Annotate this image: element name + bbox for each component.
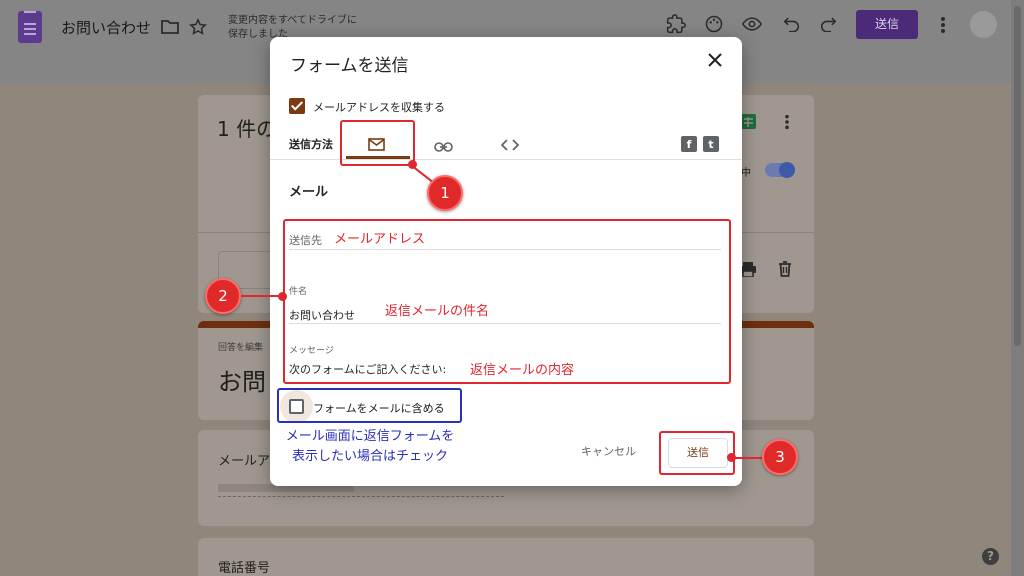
form-edit-label: 回答を編集: [218, 343, 264, 353]
collect-email-checkbox[interactable]: [289, 98, 305, 114]
send-method-label: 送信方法: [289, 138, 333, 151]
twitter-icon[interactable]: t: [703, 136, 719, 152]
trash-icon[interactable]: [778, 261, 792, 281]
doc-title[interactable]: お問い合わせ: [61, 17, 151, 38]
header-send-button[interactable]: 送信: [856, 10, 918, 39]
link-icon[interactable]: [434, 137, 453, 156]
section-title: メール: [289, 185, 329, 200]
annotation-marker-2: 2: [205, 278, 241, 314]
email-answer-line: [218, 496, 504, 497]
annotation-marker-3: 3: [762, 439, 798, 475]
phone-question-card: [198, 538, 814, 576]
annotation-marker-1: 1: [427, 175, 463, 211]
star-icon[interactable]: [189, 18, 207, 40]
annotation-line-3: [734, 457, 764, 459]
annotation-box-send: [659, 431, 735, 475]
scrollbar-thumb[interactable]: [1014, 6, 1021, 346]
annotation-to-note: メールアドレス: [334, 232, 426, 247]
forms-logo[interactable]: [18, 11, 42, 43]
more-vert-icon[interactable]: [784, 114, 790, 134]
undo-icon[interactable]: [783, 16, 800, 36]
help-icon[interactable]: ?: [982, 548, 999, 565]
form-title: お問: [218, 368, 266, 396]
palette-icon[interactable]: [704, 14, 724, 38]
email-question: メールア: [218, 454, 271, 469]
dialog-title: フォームを送信: [290, 56, 409, 76]
annotation-box-include-form: [277, 388, 462, 423]
annotation-include-note: メール画面に返信フォームを 表示したい場合はチェック: [285, 429, 455, 464]
puzzle-icon[interactable]: [666, 14, 686, 38]
responses-title: 1 件の: [217, 117, 277, 141]
annotation-subject-note: 返信メールの件名: [385, 304, 490, 319]
annotation-dot-2: [278, 292, 287, 301]
annotation-box-email-tab: [340, 120, 415, 166]
cancel-button[interactable]: キャンセル: [581, 443, 636, 459]
annotation-line-2: [241, 295, 281, 297]
avatar[interactable]: [970, 11, 997, 38]
phone-question: 電話番号: [218, 561, 271, 576]
eye-icon[interactable]: [741, 15, 763, 37]
facebook-icon[interactable]: f: [681, 136, 697, 152]
print-icon[interactable]: [740, 262, 756, 281]
accepting-toggle[interactable]: [765, 162, 795, 178]
folder-icon[interactable]: [161, 19, 179, 38]
accepting-label: 中: [741, 168, 751, 179]
annotation-message-note: 返信メールの内容: [470, 363, 575, 378]
close-icon[interactable]: [708, 47, 722, 72]
sheets-icon[interactable]: [741, 114, 756, 133]
more-vert-icon[interactable]: [940, 16, 946, 38]
redo-icon[interactable]: [820, 16, 837, 36]
code-icon[interactable]: [500, 136, 520, 155]
collect-email-label: メールアドレスを収集する: [313, 101, 445, 114]
